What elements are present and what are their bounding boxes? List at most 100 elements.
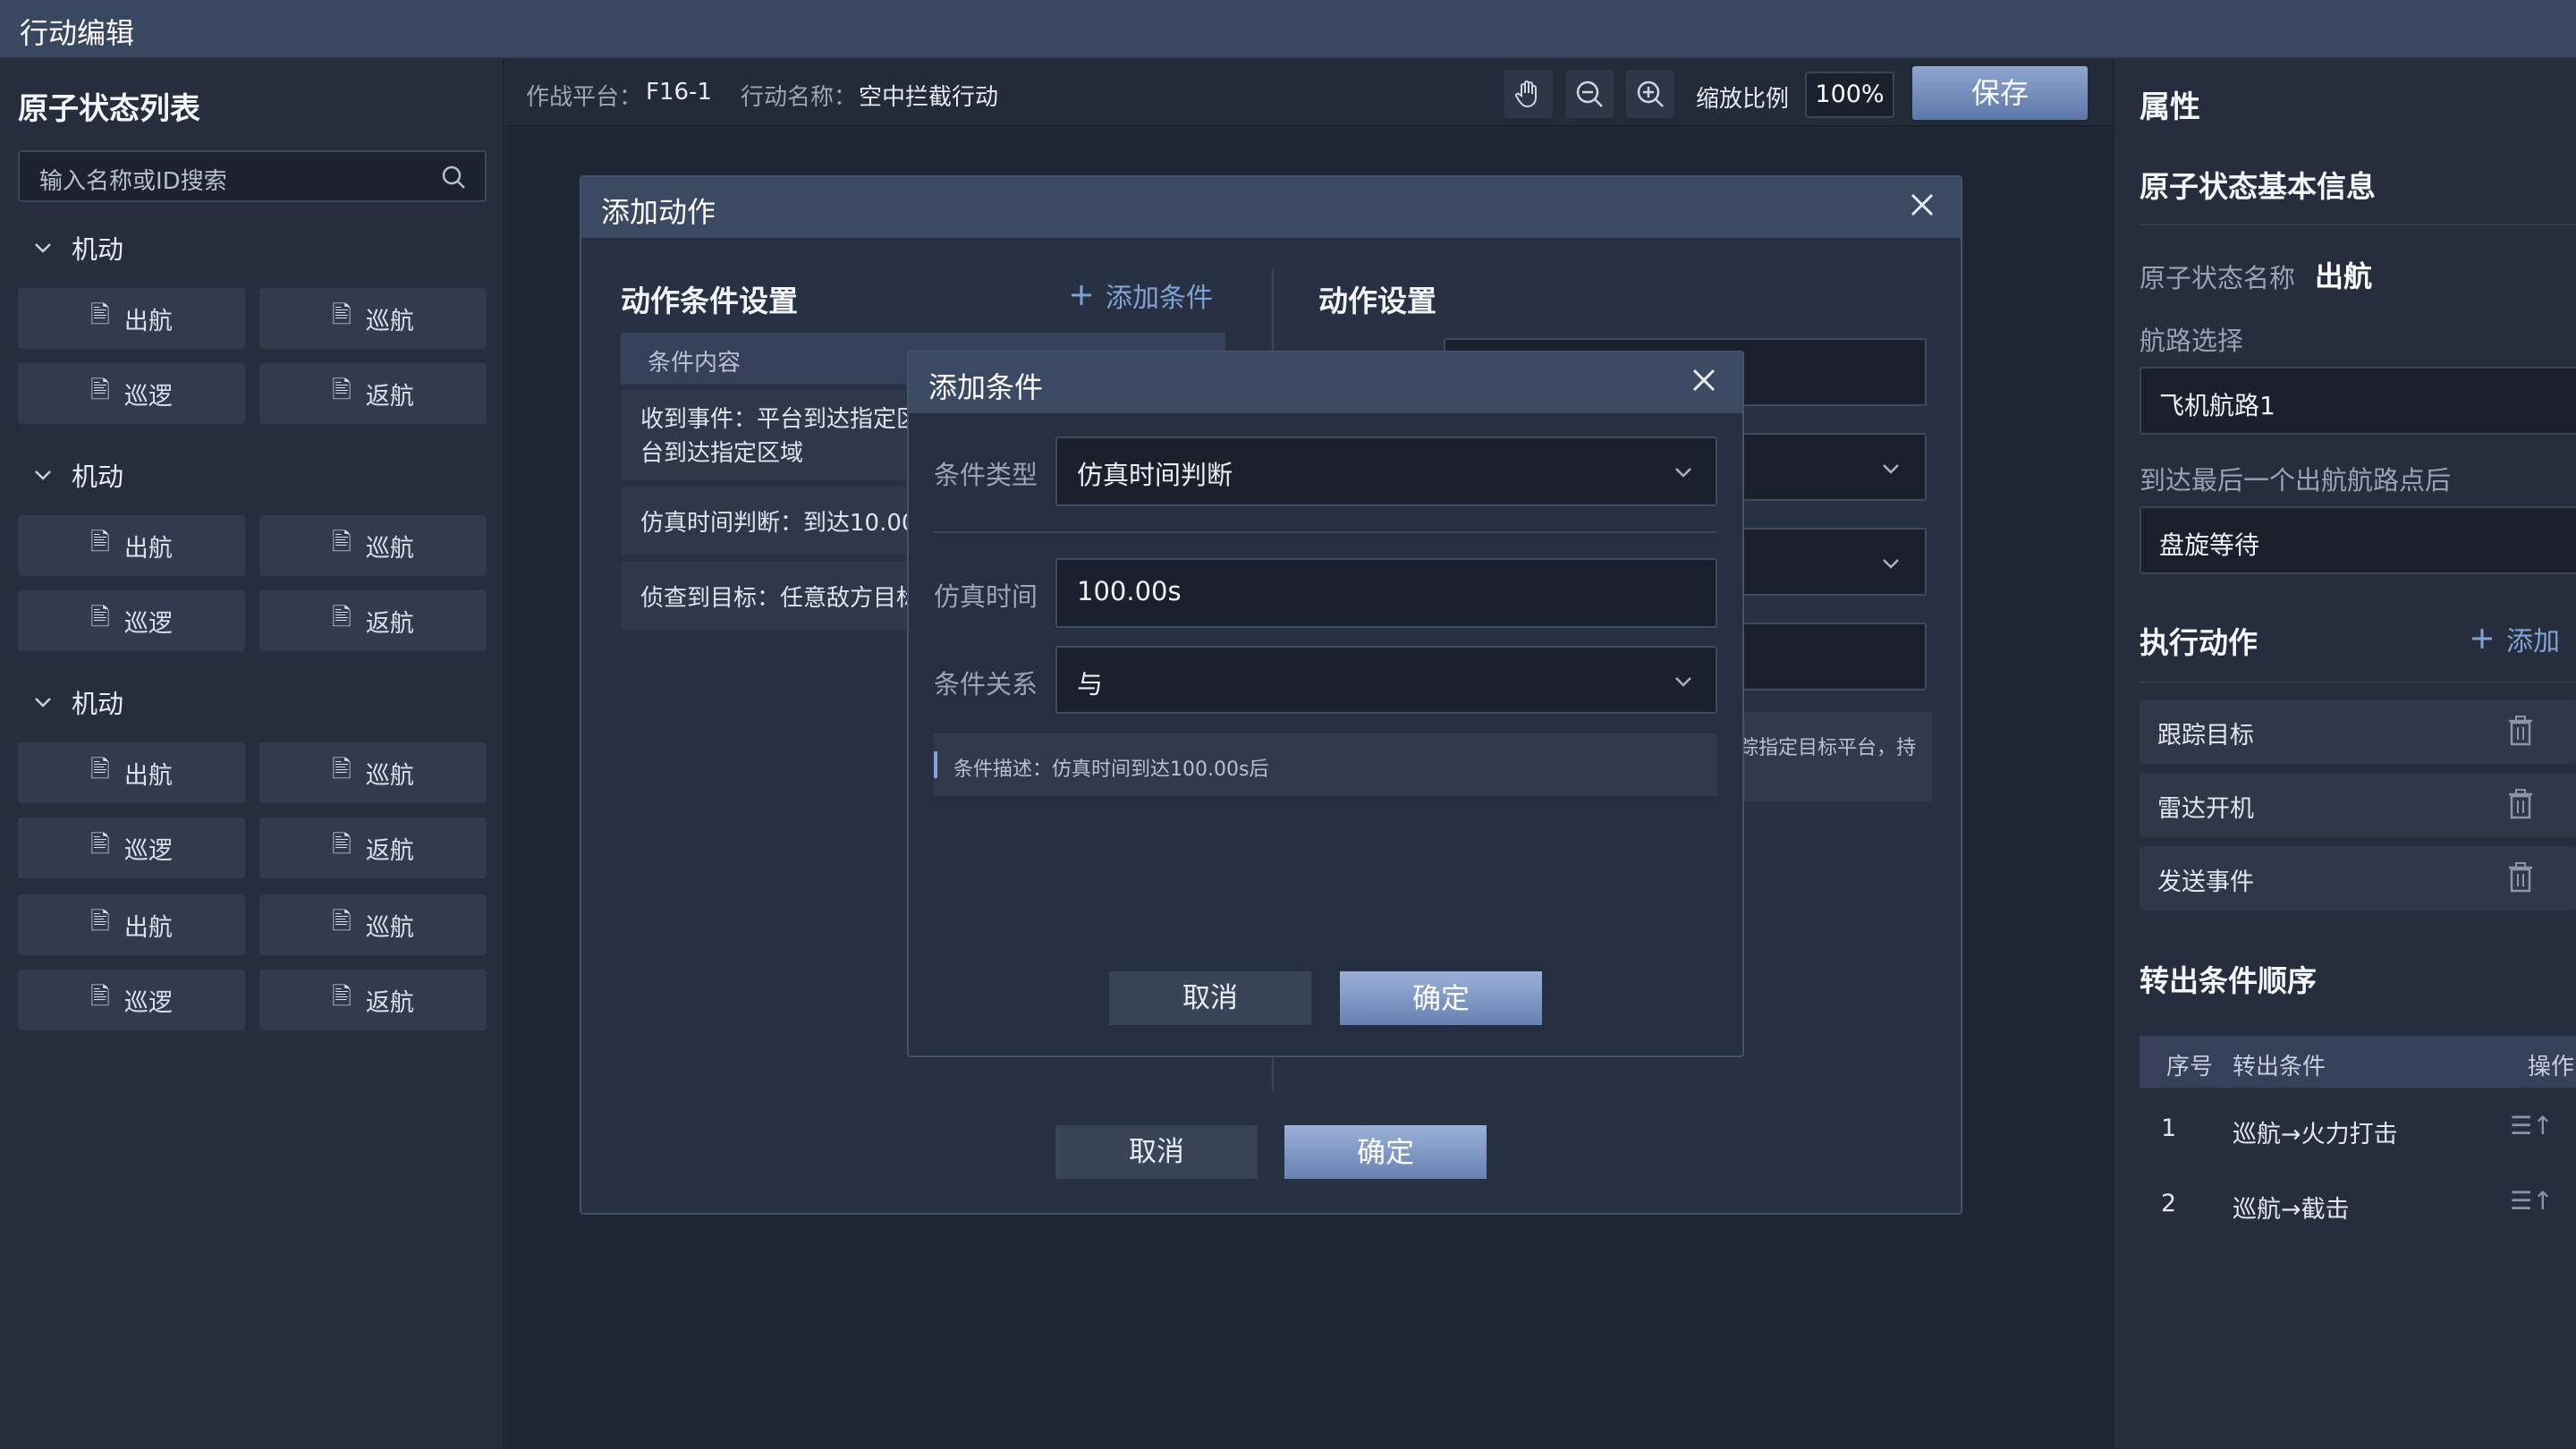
divider xyxy=(2140,682,2576,683)
add-condition-dialog-header: 添加条件 xyxy=(909,352,1742,413)
chevron-down-icon xyxy=(35,698,51,708)
state-item[interactable]: 🖹 返航 xyxy=(259,590,487,651)
state-item[interactable]: 🖹 返航 xyxy=(259,363,487,424)
state-item[interactable]: 🖹 出航 xyxy=(18,742,245,803)
chevron-down-icon xyxy=(1675,677,1691,687)
zoom-out-button[interactable] xyxy=(1565,70,1614,118)
state-item[interactable]: 🖹 巡航 xyxy=(259,894,487,955)
hand-icon xyxy=(1515,80,1537,108)
divider xyxy=(2140,224,2576,225)
table-row[interactable]: 1 巡航→火力打击 ☰↑ xyxy=(2140,1097,2576,1163)
condition-description: 条件描述：仿真时间到达100.00s后 xyxy=(934,733,1717,796)
state-item[interactable]: 🖹 巡逻 xyxy=(18,818,245,878)
file-edit-icon: 🖹 xyxy=(90,604,110,631)
plus-icon xyxy=(2472,629,2492,648)
zoom-label: 缩放比例 xyxy=(1696,86,1790,113)
state-item[interactable]: 🖹 出航 xyxy=(18,288,245,349)
file-edit-icon: 🖹 xyxy=(90,756,110,784)
save-button[interactable]: 保存 xyxy=(1912,66,2088,120)
state-item[interactable]: 🖹 巡逻 xyxy=(18,970,245,1030)
state-item[interactable]: 🖹 巡航 xyxy=(259,515,487,576)
cancel-button[interactable]: 取消 xyxy=(1055,1125,1258,1179)
file-edit-icon: 🖹 xyxy=(90,908,110,936)
chevron-down-icon xyxy=(1675,468,1691,478)
chevron-down-icon xyxy=(35,243,51,253)
search-input[interactable]: 输入名称或ID搜索 xyxy=(18,150,487,202)
chevron-down-icon xyxy=(1883,559,1899,569)
group-header[interactable]: 机动 xyxy=(32,683,123,721)
state-name-label: 原子状态名称 xyxy=(2140,263,2296,293)
action-settings-title: 动作设置 xyxy=(1318,284,1436,318)
zoom-in-button[interactable] xyxy=(1626,70,1674,118)
state-name-value: 出航 xyxy=(2315,259,2373,293)
zoom-value[interactable]: 100% xyxy=(1805,72,1894,118)
pan-hand-button[interactable] xyxy=(1504,70,1553,118)
close-icon[interactable] xyxy=(1909,191,1936,218)
file-edit-icon: 🖹 xyxy=(332,604,352,631)
sim-time-label: 仿真时间 xyxy=(934,581,1038,612)
condition-type-label: 条件类型 xyxy=(934,460,1038,490)
file-edit-icon: 🖹 xyxy=(90,831,110,859)
table-row[interactable]: 2 巡航→截击 ☰↑ xyxy=(2140,1172,2576,1238)
state-item[interactable]: 🖹 出航 xyxy=(18,894,245,955)
trash-icon[interactable] xyxy=(2506,716,2535,746)
route-select[interactable]: 飞机航路1 xyxy=(2140,367,2576,435)
action-item[interactable]: 跟踪目标 xyxy=(2140,699,2576,764)
file-edit-icon: 🖹 xyxy=(90,529,110,556)
state-item[interactable]: 🖹 巡航 xyxy=(259,288,487,349)
window-title: 行动编辑 xyxy=(20,16,135,50)
ok-button[interactable]: 确定 xyxy=(1284,1125,1487,1179)
chevron-down-icon xyxy=(1883,464,1899,474)
close-icon[interactable] xyxy=(1690,367,1717,394)
group-header[interactable]: 机动 xyxy=(32,456,123,494)
action-item[interactable]: 雷达开机 xyxy=(2140,773,2576,837)
add-action-dialog-header: 添加动作 xyxy=(581,177,1961,238)
after-last-point-select[interactable]: 盘旋等待 xyxy=(2140,506,2576,574)
trash-icon[interactable] xyxy=(2506,862,2535,893)
file-edit-icon: 🖹 xyxy=(332,983,352,1011)
state-item[interactable]: 🖹 巡逻 xyxy=(18,590,245,651)
file-edit-icon: 🖹 xyxy=(332,377,352,404)
description-accent-bar xyxy=(934,751,937,778)
add-action-link[interactable]: 添加 xyxy=(2470,619,2560,658)
search-icon[interactable] xyxy=(440,164,467,191)
condition-relation-label: 条件关系 xyxy=(934,669,1038,699)
basic-info-title: 原子状态基本信息 xyxy=(2140,169,2376,204)
search-placeholder: 输入名称或ID搜索 xyxy=(39,168,227,195)
form-divider xyxy=(934,531,1717,533)
state-item[interactable]: 🖹 巡逻 xyxy=(18,363,245,424)
state-item[interactable]: 🖹 出航 xyxy=(18,515,245,576)
add-condition-link[interactable]: 添加条件 xyxy=(1070,275,1213,315)
condition-ok-button[interactable]: 确定 xyxy=(1340,971,1542,1025)
add-action-dialog-title: 添加动作 xyxy=(601,195,716,229)
add-condition-dialog-title: 添加条件 xyxy=(928,370,1044,404)
platform-label: 作战平台： xyxy=(526,84,643,111)
group-header[interactable]: 机动 xyxy=(32,229,123,267)
group-label: 机动 xyxy=(72,462,124,492)
move-up-icon[interactable]: ☰↑ xyxy=(2510,1111,2554,1140)
after-last-point-label: 到达最后一个出航航路点后 xyxy=(2140,465,2452,496)
group-label: 机动 xyxy=(72,234,124,265)
trash-icon[interactable] xyxy=(2506,789,2535,819)
condition-relation-select[interactable]: 与 xyxy=(1055,646,1717,714)
state-item[interactable]: 🖹 返航 xyxy=(259,818,487,878)
condition-cancel-button[interactable]: 取消 xyxy=(1109,971,1311,1025)
state-item[interactable]: 🖹 返航 xyxy=(259,970,487,1030)
plus-icon xyxy=(1072,285,1091,305)
file-edit-icon: 🖹 xyxy=(332,908,352,936)
file-edit-icon: 🖹 xyxy=(90,377,110,404)
state-item[interactable]: 🖹 巡航 xyxy=(259,742,487,803)
condition-type-select[interactable]: 仿真时间判断 xyxy=(1055,436,1717,506)
zoom-in-icon xyxy=(1637,80,1664,107)
file-edit-icon: 🖹 xyxy=(90,301,110,329)
chevron-down-icon xyxy=(35,470,51,480)
file-edit-icon: 🖹 xyxy=(332,756,352,784)
zoom-out-icon xyxy=(1576,80,1603,107)
action-item[interactable]: 发送事件 xyxy=(2140,846,2576,911)
platform-value: F16-1 xyxy=(646,79,712,106)
sim-time-input[interactable]: 100.00s xyxy=(1055,558,1717,628)
window-titlebar: 行动编辑 xyxy=(0,0,2576,59)
file-edit-icon: 🖹 xyxy=(90,983,110,1011)
action-name-value: 空中拦截行动 xyxy=(859,84,999,111)
move-up-icon[interactable]: ☰↑ xyxy=(2510,1186,2554,1216)
